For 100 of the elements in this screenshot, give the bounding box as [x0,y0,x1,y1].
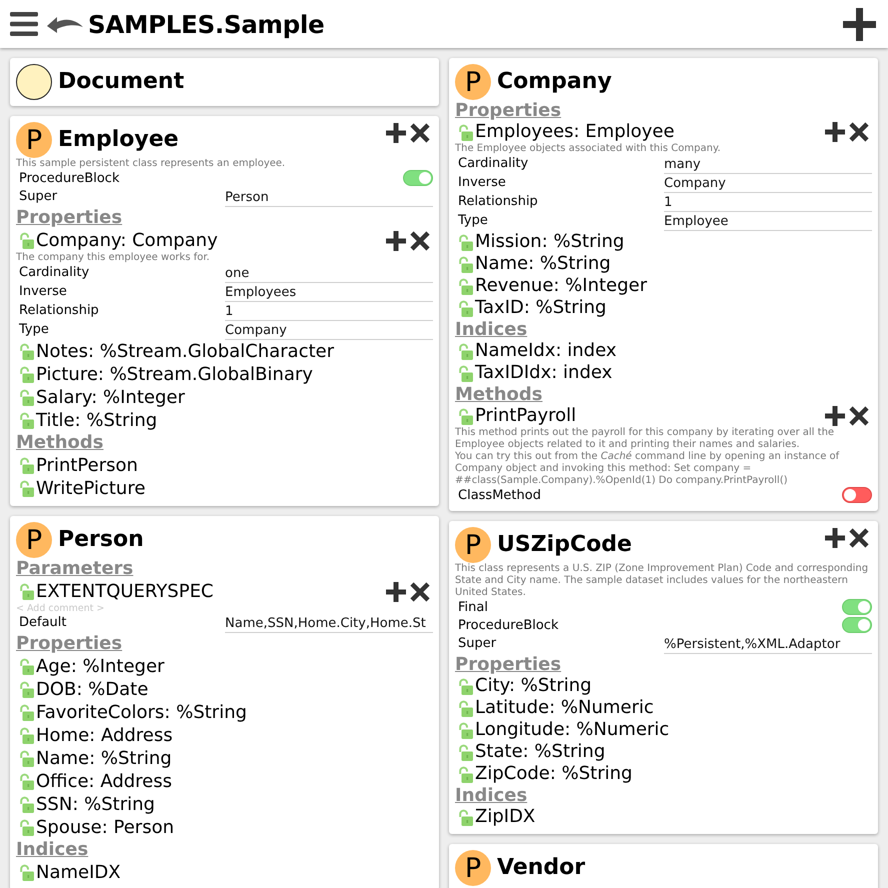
open-padlock-icon [19,727,34,744]
field-label: Inverse [19,283,67,300]
section-heading: Properties [16,633,122,655]
member-name: PrintPayroll [475,405,576,427]
section-heading: Indices [16,839,88,861]
member-name: Name: %String [36,748,172,770]
field-label: Default [19,614,66,631]
add-button[interactable] [386,123,406,143]
menu-icon [10,12,38,36]
delete-button[interactable] [849,122,869,142]
member-name: Employees: Employee [475,121,674,143]
close-icon [410,230,430,250]
description-text: The Employee objects associated with this Company. [455,143,722,155]
open-padlock-icon [19,343,34,360]
field-label: Cardinality [458,155,528,172]
open-padlock-icon [19,457,34,474]
member-name: PrintPerson [36,454,138,476]
delete-button[interactable] [849,406,869,426]
description-text: This sample persistent class represents an employee. [16,158,286,170]
member-name: TaxID: %String [475,297,606,319]
section-heading: Indices [455,319,528,340]
section-heading: Properties [16,207,122,229]
add-button[interactable] [825,406,845,426]
class-type-badge: P [455,850,491,886]
member-name: Longitude: %Numeric [475,719,670,741]
open-padlock-icon [19,704,34,721]
open-padlock-icon [19,583,34,600]
description-text: This method prints out the payroll for this company by iterating over all the Employee objects related to it and printing their names and salaries. You can try this out from the Caché command line by opening an instance of Company object and invoking this method: Set company = ##class(Sample.Company).%OpenId(1) Do company.PrintPayroll() [455,427,840,487]
add-button[interactable] [825,122,845,142]
member-name: Notes: %Stream.GlobalCharacter [36,340,334,362]
class-name: Company [497,68,612,96]
field-label: Relationship [458,193,538,210]
value-field[interactable]: 1 [664,193,872,212]
close-icon [410,582,430,602]
plus-icon [843,8,876,40]
open-padlock-icon [458,364,473,382]
delete-button[interactable] [849,528,869,548]
toggle-switch[interactable] [842,617,872,633]
add-button[interactable] [386,582,406,602]
section-heading: Indices [455,785,528,806]
value-field[interactable]: many [664,155,872,174]
value-field[interactable]: one [225,264,433,283]
open-padlock-icon [458,278,473,294]
section-heading: Properties [455,654,562,675]
menu-button[interactable] [10,12,38,36]
member-name: Name: %String [475,253,611,275]
value-field[interactable]: Company [225,321,433,340]
member-name: Company: Company [36,230,218,252]
plus-icon [386,582,406,602]
open-padlock-icon [458,256,473,272]
section-heading: Parameters [16,558,134,580]
class-name: USZipCode [497,531,632,559]
class-type-badge: P [16,122,52,158]
add-button[interactable] [825,528,845,548]
field-label: Super [19,188,58,205]
open-padlock-icon [19,232,34,249]
value-field[interactable]: 1 [225,302,433,321]
add-button[interactable] [386,230,406,250]
member-name: WritePicture [36,478,146,500]
member-name: ZipCode: %String [475,763,632,785]
delete-button[interactable] [410,123,430,143]
field-label: Inverse [458,174,506,191]
field-label: ClassMethod [458,487,541,504]
delete-button[interactable] [410,582,430,602]
section-heading: Methods [16,432,104,454]
member-name: Title: %String [36,410,158,432]
open-padlock-icon [458,342,473,360]
plus-icon [825,122,845,142]
plus-icon [825,406,845,426]
toggle-switch[interactable] [842,599,872,615]
plus-icon [825,528,845,548]
open-padlock-icon [458,744,473,760]
member-name: FavoriteColors: %String [36,702,247,724]
member-name: City: %String [475,675,592,697]
member-name: Revenue: %Integer [475,275,648,297]
back-arrow-icon [47,15,83,33]
member-name: NameIDX [36,862,121,884]
add-button[interactable] [843,8,876,40]
value-field[interactable]: Company [664,174,872,193]
delete-button[interactable] [410,230,430,250]
member-name: Age: %Integer [36,656,164,678]
value-field[interactable]: %Persistent,%XML.Adaptor [664,635,872,654]
value-field[interactable]: Name,SSN,Home.City,Home.St [225,614,433,633]
open-padlock-icon [458,234,473,250]
value-field[interactable]: Person [225,188,433,207]
class-name: Document [58,68,184,96]
circle-icon [16,64,52,100]
field-label: Type [19,321,49,338]
class-type-badge: P [16,522,52,558]
value-field[interactable]: Employees [225,283,433,302]
open-padlock-icon [19,796,34,813]
field-label: ProcedureBlock [458,617,558,634]
open-padlock-icon [19,750,34,767]
value-field[interactable]: Employee [664,212,872,231]
toggle-switch[interactable] [403,170,433,186]
open-padlock-icon [19,389,34,406]
section-heading: Methods [455,384,543,405]
toggle-switch[interactable] [842,487,872,503]
field-label: Relationship [19,302,99,319]
back-button[interactable] [47,15,83,33]
